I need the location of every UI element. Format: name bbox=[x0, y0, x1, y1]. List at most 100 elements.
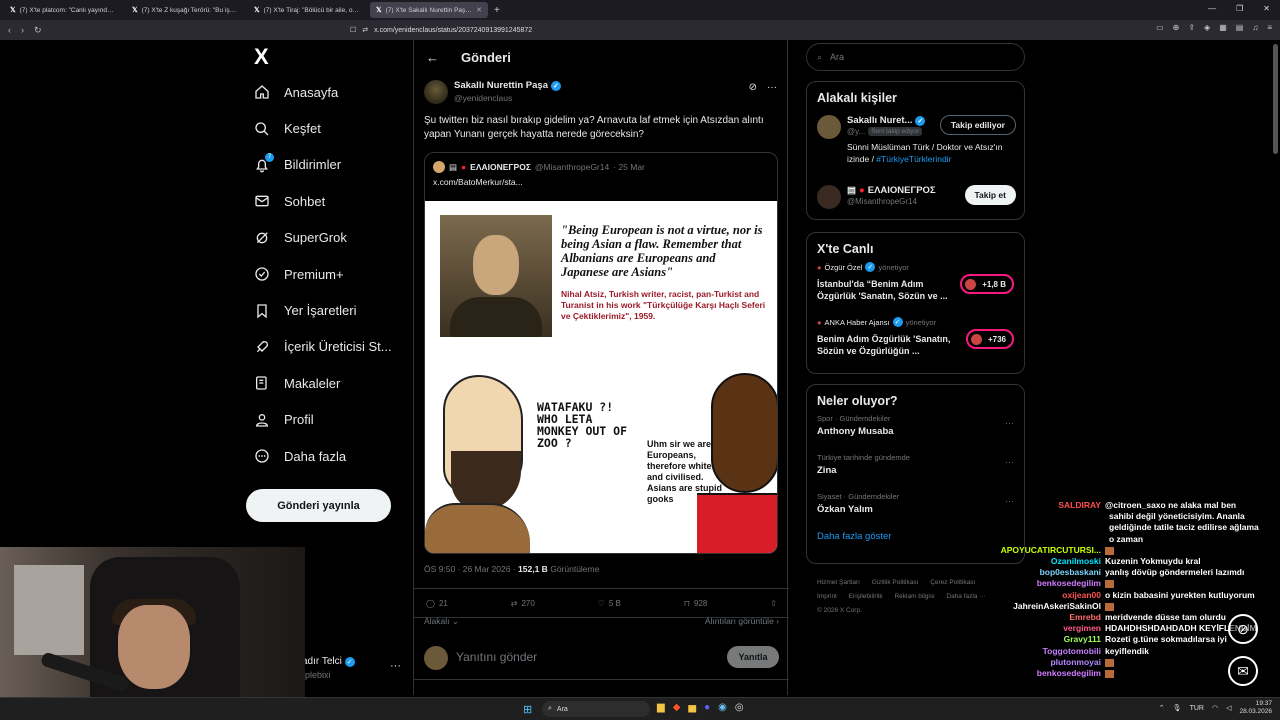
zoom-icon[interactable]: ⊕ bbox=[1173, 23, 1180, 32]
sidebar-item-more[interactable]: Daha fazla bbox=[246, 438, 406, 474]
show-more-link[interactable]: Daha fazla göster bbox=[807, 531, 1024, 552]
site-info-icon[interactable]: ⇄ bbox=[362, 26, 368, 34]
x-logo-icon[interactable]: X bbox=[254, 44, 406, 74]
sidebar-item-articles[interactable]: Makaleler bbox=[246, 365, 406, 401]
wifi-icon[interactable]: ◠ bbox=[1212, 704, 1218, 712]
chat-username[interactable]: Ozanilmoski bbox=[1000, 556, 1105, 567]
steam-icon[interactable]: ◉ bbox=[718, 702, 727, 713]
share-icon[interactable]: ⇧ bbox=[770, 599, 777, 608]
footer-link[interactable]: Hizmet Şartları bbox=[817, 579, 860, 586]
footer-link[interactable]: Erişilebilirlik bbox=[849, 593, 883, 600]
quoted-post-link[interactable]: x.com/BatoMerkur/sta... bbox=[425, 173, 777, 191]
messages-float-icon[interactable]: ✉ bbox=[1228, 656, 1258, 686]
chat-username[interactable]: JahreinAskeriSakinOl bbox=[1000, 601, 1105, 612]
bookmark-action[interactable]: ⊓ 928 bbox=[684, 599, 708, 608]
file-explorer-icon[interactable]: ▆ bbox=[657, 702, 665, 713]
like-action[interactable]: ♡ 5 B bbox=[598, 599, 621, 608]
grok-icon[interactable]: ⊘ bbox=[749, 82, 757, 93]
live-listener-count[interactable]: +736 bbox=[965, 329, 1014, 349]
footer-link[interactable]: Reklam bilgisi bbox=[894, 593, 934, 600]
footer-link[interactable]: Çerez Politikası bbox=[930, 579, 975, 586]
browser-tab-1[interactable]: 𝕏(7) X'te platcom: "Canlı yayında yönet.… bbox=[4, 2, 122, 18]
browser-tab-4-active[interactable]: 𝕏(7) X'te Sakallı Nurettin Paşa: "Şu...✕ bbox=[370, 2, 488, 18]
author-avatar[interactable] bbox=[424, 80, 448, 104]
account-more-icon[interactable]: ··· bbox=[390, 660, 401, 672]
media-icon[interactable]: ♫ bbox=[1252, 23, 1258, 32]
related-person-1[interactable]: Sakallı Nuret... ✓ @y... Seni takip ediyor… bbox=[807, 111, 1024, 181]
new-tab-icon[interactable]: + bbox=[494, 5, 500, 16]
account-switcher[interactable]: adır Telci ✓ rplebixi bbox=[302, 656, 355, 680]
discord-icon[interactable]: ● bbox=[704, 702, 710, 713]
author-handle[interactable]: @yenidenclaus bbox=[454, 93, 561, 103]
reader-icon[interactable]: ▭ bbox=[1156, 23, 1164, 32]
folder-icon[interactable]: ▅ bbox=[688, 702, 696, 713]
back-arrow-icon[interactable]: ← bbox=[426, 50, 439, 65]
reply-action[interactable]: ◯ 21 bbox=[426, 599, 448, 608]
tray-chevron-icon[interactable]: ⌃ bbox=[1159, 704, 1165, 712]
volume-icon[interactable]: ◁ bbox=[1226, 704, 1231, 712]
reload-icon[interactable]: ↻ bbox=[34, 25, 42, 36]
related-person-2[interactable]: ▤ ● ΕΛΑΙΟΝΕΓΡΟΣ @MisanthropeGr14 Takip et bbox=[807, 181, 1024, 221]
sidebar-item-home[interactable]: Anasayfa bbox=[246, 74, 406, 110]
trend-more-icon[interactable]: ··· bbox=[1005, 457, 1014, 467]
browser-tab-3[interactable]: 𝕏(7) X'te Tiraj: "Bölücü bir aile, oğull… bbox=[248, 2, 366, 18]
meme-image[interactable]: "Being European is not a virtue, nor is … bbox=[425, 201, 777, 553]
close-tab-icon[interactable]: ✕ bbox=[476, 6, 482, 14]
chat-username[interactable]: Toggotomobili bbox=[1000, 646, 1105, 657]
trend-item-2[interactable]: Türkiye tarihinde gündemde Zina ··· bbox=[807, 453, 1024, 492]
wallet-icon[interactable]: ▤ bbox=[1236, 23, 1244, 32]
quoted-post[interactable]: ▤ ● ΕΛΑΙΟΝΕΓΡΟΣ @MisanthropeGr14 · 25 Ma… bbox=[424, 152, 778, 554]
grok-float-icon[interactable]: ⊘ bbox=[1228, 614, 1258, 644]
sidebar-item-chat[interactable]: Sohbet bbox=[246, 183, 406, 219]
browser-tab-2[interactable]: 𝕏(7) X'te Z kuşağı Terörü: "Bu işgalci k… bbox=[126, 2, 244, 18]
menu-icon[interactable]: ≡ bbox=[1267, 23, 1272, 32]
search-input[interactable]: ⌕ Ara bbox=[806, 43, 1025, 71]
chat-username[interactable]: benkosedegilim bbox=[1000, 578, 1105, 589]
extensions-icon[interactable]: ▦ bbox=[1219, 23, 1227, 32]
footer-link[interactable]: Imprint bbox=[817, 593, 837, 600]
reply-input[interactable]: Yanıtını gönder bbox=[456, 650, 537, 664]
live-listener-count[interactable]: +1,8 B bbox=[960, 274, 1014, 294]
page-scrollbar[interactable] bbox=[1273, 44, 1278, 154]
hashtag-link[interactable]: #TürkiyeTürklerindir bbox=[876, 154, 951, 164]
obs-icon[interactable]: ◎ bbox=[735, 702, 744, 713]
author-name[interactable]: Sakallı Nurettin Paşa bbox=[454, 80, 548, 91]
chat-username[interactable]: bop0esbaskani bbox=[1000, 567, 1105, 578]
sidebar-item-explore[interactable]: Keşfet bbox=[246, 110, 406, 146]
replies-sort-dropdown[interactable]: Alakalı ⌄ bbox=[424, 616, 459, 627]
footer-link[interactable]: Daha fazla ··· bbox=[946, 593, 985, 600]
chat-username[interactable]: vergimen bbox=[1000, 623, 1105, 634]
minimize-icon[interactable]: — bbox=[1208, 4, 1216, 13]
maximize-icon[interactable]: ❐ bbox=[1236, 4, 1243, 13]
brave-browser-icon[interactable]: ◆ bbox=[673, 702, 681, 713]
chat-username[interactable]: oxijean00 bbox=[1000, 590, 1105, 601]
sidebar-item-bookmarks[interactable]: Yer İşaretleri bbox=[246, 292, 406, 328]
footer-link[interactable]: Gizlilik Politikası bbox=[872, 579, 919, 586]
more-icon[interactable]: ··· bbox=[767, 82, 777, 93]
live-item-2[interactable]: ● ANKA Haber Ajansı ✓ yönetiyor Benim Adım … bbox=[807, 317, 1024, 372]
sidebar-item-supergrok[interactable]: SuperGrok bbox=[246, 220, 406, 256]
trend-item-3[interactable]: Siyaset · Gündemdekiler Özkan Yalım ··· bbox=[807, 492, 1024, 531]
follow-button[interactable]: Takip et bbox=[964, 185, 1016, 205]
brave-shield-icon[interactable]: ◈ bbox=[1204, 23, 1210, 32]
reply-button[interactable]: Yanıtla bbox=[727, 646, 779, 668]
mic-icon[interactable]: 🎙 bbox=[1173, 704, 1182, 712]
chat-username[interactable]: benkosedegilim bbox=[1000, 668, 1105, 679]
sidebar-item-premium[interactable]: Premium+ bbox=[246, 256, 406, 292]
address-bar[interactable]: ☐ ⇄ x.com/yenidenclaus/status/2037240913… bbox=[350, 22, 910, 38]
sidebar-item-notifications[interactable]: 7 Bildirimler bbox=[246, 147, 406, 183]
sidebar-item-creator-studio[interactable]: İçerik Üreticisi St... bbox=[246, 329, 406, 365]
trend-more-icon[interactable]: ··· bbox=[1005, 418, 1014, 428]
live-item-1[interactable]: ● Özgür Özel ✓ yönetiyor İstanbul'da “Benim… bbox=[807, 262, 1024, 317]
post-button[interactable]: Gönderi yayınla bbox=[246, 489, 391, 522]
sidebar-item-profile[interactable]: Profil bbox=[246, 402, 406, 438]
chat-username[interactable]: Emrebd bbox=[1000, 612, 1105, 623]
lang-indicator[interactable]: TUR bbox=[1190, 705, 1204, 712]
trend-item-1[interactable]: Spor · Gündemdekiler Anthony Musaba ··· bbox=[807, 414, 1024, 453]
chat-username[interactable]: plutonmoyai bbox=[1000, 657, 1105, 668]
chat-username[interactable]: SALDIRAY bbox=[1000, 500, 1105, 511]
share-icon[interactable]: ⇪ bbox=[1188, 23, 1195, 32]
back-icon[interactable]: ‹ bbox=[8, 25, 11, 35]
post-author[interactable]: Sakallı Nurettin Paşa ✓ @yenidenclaus bbox=[424, 80, 561, 104]
clock[interactable]: 19:37 28.03.2026 bbox=[1239, 700, 1272, 716]
